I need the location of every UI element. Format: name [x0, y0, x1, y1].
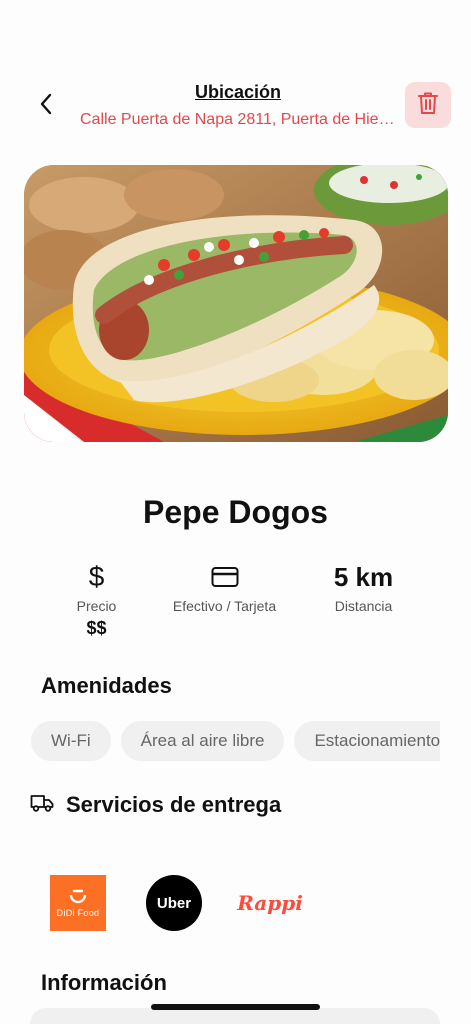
- uber-logo[interactable]: Uber: [146, 875, 202, 931]
- uber-label: Uber: [156, 894, 192, 912]
- distance-label: Distancia: [334, 598, 393, 614]
- amenities-list[interactable]: Wi-Fi Área al aire libre Estacionamiento: [31, 721, 440, 763]
- payment-info: Efectivo / Tarjeta: [146, 562, 303, 614]
- delete-button[interactable]: [405, 82, 451, 128]
- delivery-title: Servicios de entrega: [66, 792, 282, 817]
- amenity-chip[interactable]: Estacionamiento: [294, 721, 440, 761]
- information-title: Información: [41, 970, 167, 995]
- amenity-chip[interactable]: Wi-Fi: [31, 721, 111, 761]
- chevron-left-icon: [39, 93, 53, 120]
- location-address: Calle Puerta de Napa 2811, Puerta de Hie…: [80, 111, 396, 128]
- home-indicator[interactable]: [151, 1004, 320, 1010]
- payment-label: Efectivo / Tarjeta: [172, 598, 277, 614]
- location-header[interactable]: Ubicación Calle Puerta de Napa 2811, Pue…: [80, 82, 396, 129]
- restaurant-detail-screen: Ubicación Calle Puerta de Napa 2811, Pue…: [0, 0, 471, 1024]
- trash-icon: [417, 91, 439, 120]
- rappi-label: Rappi: [237, 891, 303, 915]
- credit-card-icon: [146, 562, 303, 592]
- distance-info: 5 km Distancia: [285, 562, 442, 614]
- distance-value: 5 km: [333, 562, 394, 592]
- price-value: $$: [86, 618, 107, 638]
- amenity-chip[interactable]: Área al aire libre: [120, 721, 285, 761]
- delivery-header: Servicios de entrega: [30, 792, 281, 818]
- didi-food-logo[interactable]: DiDi Food: [50, 875, 106, 931]
- restaurant-photo: [24, 165, 448, 442]
- didi-icon: [69, 889, 87, 903]
- amenities-title: Amenidades: [41, 673, 172, 698]
- rappi-logo[interactable]: Rappi: [237, 875, 303, 931]
- restaurant-name: Pepe Dogos: [143, 494, 328, 530]
- didi-label: DiDi Food: [56, 907, 100, 918]
- location-title: Ubicación: [194, 82, 282, 102]
- back-button[interactable]: [30, 90, 62, 122]
- information-card: [30, 1008, 440, 1024]
- truck-icon: [30, 793, 54, 818]
